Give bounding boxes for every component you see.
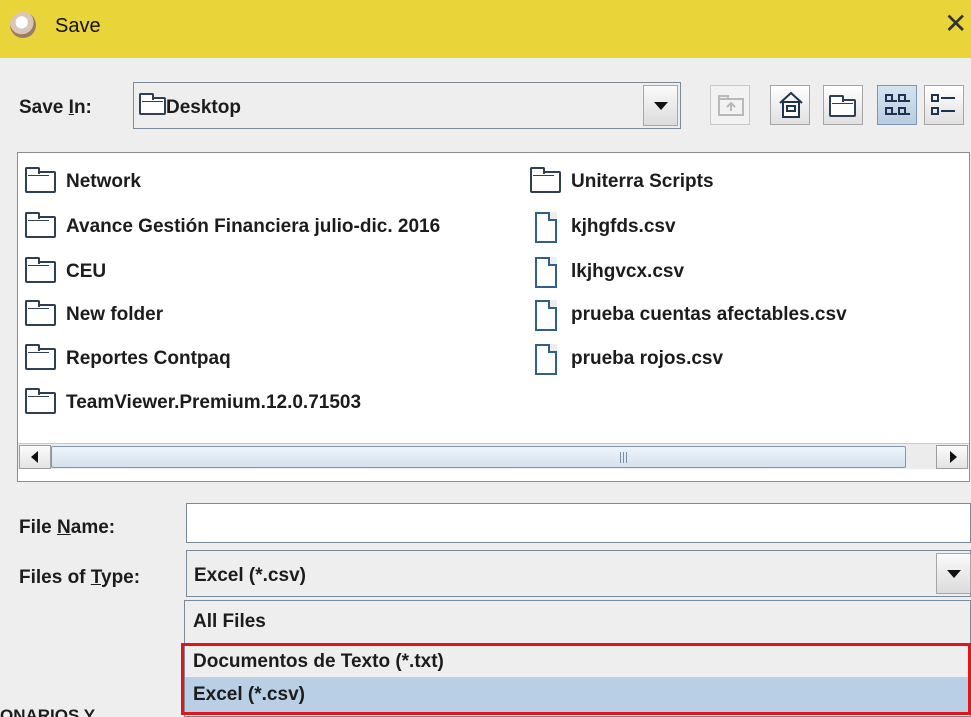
list-item[interactable]: Network (25, 167, 141, 197)
window-title: Save (55, 15, 101, 37)
save-in-value: Desktop (166, 97, 241, 118)
list-item[interactable]: prueba rojos.csv (535, 343, 723, 375)
folder-icon (25, 257, 56, 283)
new-folder-icon (829, 95, 856, 117)
file-icon (535, 211, 557, 243)
grip-icon (620, 452, 621, 463)
file-type-dropdown-button[interactable] (936, 553, 971, 594)
home-icon (779, 91, 803, 118)
details-view-icon (931, 94, 955, 115)
folder-icon (530, 167, 561, 193)
close-icon[interactable]: ✕ (944, 10, 967, 38)
list-item[interactable]: kjhgfds.csv (535, 211, 676, 243)
list-item[interactable]: New folder (25, 300, 163, 330)
list-item[interactable]: CEU (25, 257, 106, 287)
folder-icon (25, 167, 56, 193)
new-folder-button[interactable] (823, 85, 863, 125)
details-view-button[interactable] (924, 85, 964, 125)
home-button[interactable] (770, 85, 810, 125)
file-name-input[interactable] (186, 503, 971, 543)
save-in-label: Save In: (19, 97, 92, 118)
file-list[interactable]: Network Avance Gestión Financiera julio-… (17, 152, 970, 482)
up-one-level-button[interactable] (710, 85, 750, 125)
folder-icon (25, 344, 56, 370)
list-view-icon (885, 94, 910, 115)
folder-icon (139, 93, 166, 115)
title-bar[interactable] (0, 0, 971, 58)
scroll-right-button[interactable] (936, 445, 968, 469)
folder-icon (25, 388, 56, 414)
list-view-button[interactable] (877, 85, 917, 125)
list-item[interactable]: Uniterra Scripts (530, 167, 714, 197)
file-name-label: File Name: (19, 517, 116, 538)
folder-icon (25, 300, 56, 326)
chevron-down-icon (947, 570, 961, 578)
highlight-box (181, 643, 971, 715)
list-item[interactable]: lkjhgvcx.csv (535, 256, 684, 288)
arrow-right-icon (950, 451, 957, 463)
background-window-text: ONARIOS Y (0, 706, 96, 717)
list-item[interactable]: Avance Gestión Financiera julio-dic. 201… (25, 212, 440, 242)
file-type-value: Excel (*.csv) (194, 565, 306, 586)
file-icon (535, 343, 557, 375)
chevron-down-icon (654, 102, 668, 110)
list-item[interactable]: TeamViewer.Premium.12.0.71503 (25, 388, 361, 418)
file-icon (535, 299, 557, 331)
scrollbar-thumb[interactable] (51, 446, 906, 468)
option-all-files[interactable]: All Files (185, 604, 970, 639)
app-icon (10, 12, 36, 38)
up-one-level-icon (718, 95, 744, 116)
save-in-dropdown-button[interactable] (643, 85, 678, 126)
file-type-label: Files of Type: (19, 567, 141, 588)
list-item[interactable]: prueba cuentas afectables.csv (535, 299, 847, 331)
file-icon (535, 256, 557, 288)
folder-icon (25, 212, 56, 238)
list-item[interactable]: Reportes Contpaq (25, 344, 231, 374)
arrow-left-icon (31, 451, 38, 463)
scroll-left-button[interactable] (19, 445, 51, 469)
